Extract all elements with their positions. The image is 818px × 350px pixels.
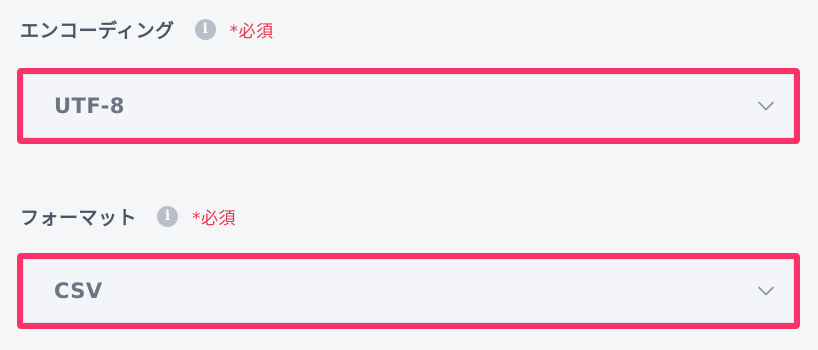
format-label-row: フォーマット i *必須 xyxy=(20,200,236,232)
encoding-label: エンコーディング xyxy=(20,19,175,42)
chevron-down-icon xyxy=(758,286,774,296)
export-settings-panel: エンコーディング i *必須 UTF-8 フォーマット i *必須 CSV xyxy=(0,0,818,350)
encoding-label-row: エンコーディング i *必須 xyxy=(20,13,274,45)
info-icon[interactable]: i xyxy=(157,205,179,227)
chevron-down-icon xyxy=(758,101,774,111)
encoding-required-marker: *必須 xyxy=(229,21,274,42)
format-label: フォーマット xyxy=(20,206,138,229)
encoding-select[interactable]: UTF-8 xyxy=(17,68,800,144)
encoding-selected-value: UTF-8 xyxy=(54,94,125,118)
format-selected-value: CSV xyxy=(54,279,103,303)
format-select[interactable]: CSV xyxy=(17,253,800,329)
info-icon[interactable]: i xyxy=(194,18,216,40)
format-required-marker: *必須 xyxy=(192,208,237,229)
